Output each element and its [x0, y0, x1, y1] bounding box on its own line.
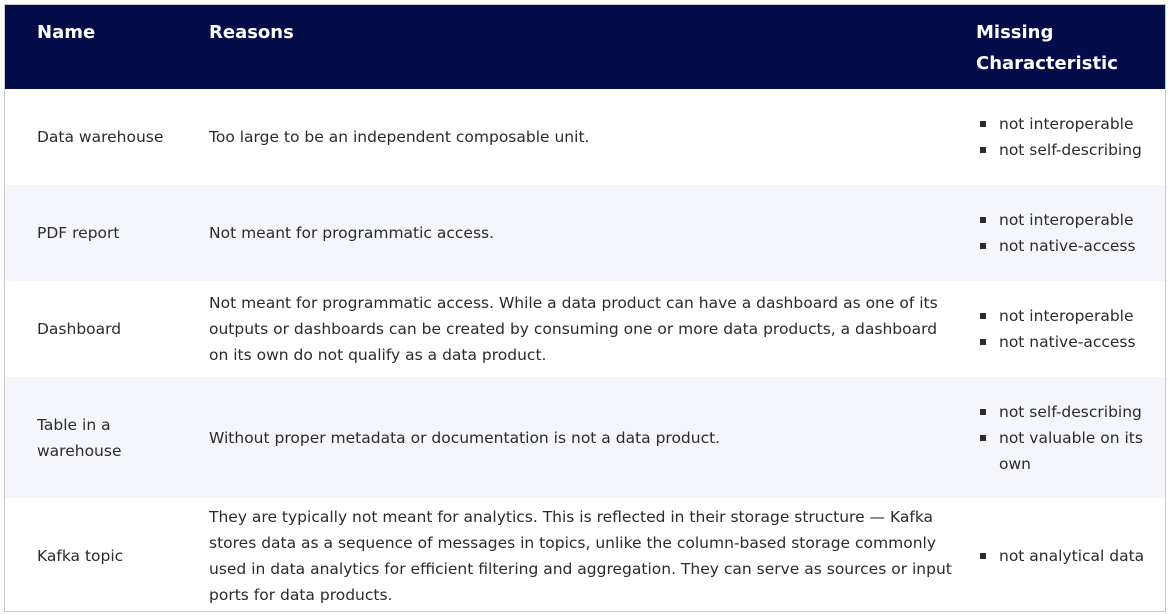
row-reason: Not meant for programmatic access. While… — [209, 294, 938, 364]
table-row: Dashboard Not meant for programmatic acc… — [5, 281, 1165, 377]
list-item: not analytical data — [976, 543, 1157, 569]
list-item: not interoperable — [976, 207, 1157, 233]
row-name: Table in a warehouse — [37, 415, 122, 460]
table-row: Kafka topic They are typically not meant… — [5, 498, 1165, 611]
row-name: Dashboard — [37, 320, 122, 338]
row-missing: not interoperable not native-access — [968, 185, 1165, 281]
header-reasons: Reasons — [209, 22, 294, 43]
row-reason: Not meant for programmatic access. — [209, 224, 495, 242]
list-item: not native-access — [976, 233, 1157, 259]
row-missing: not self-describing not valuable on its … — [968, 377, 1165, 498]
missing-list: not analytical data — [976, 543, 1157, 569]
row-missing: not interoperable not self-describing — [968, 89, 1165, 185]
row-name: Kafka topic — [37, 547, 124, 565]
row-name: PDF report — [37, 224, 120, 242]
row-name: Data warehouse — [37, 128, 164, 146]
missing-list: not interoperable not native-access — [976, 207, 1157, 259]
list-item: not self-describing — [976, 137, 1157, 163]
row-missing: not interoperable not native-access — [968, 281, 1165, 377]
table-row: Data warehouse Too large to be an indepe… — [5, 89, 1165, 185]
header-missing-characteristic: Missing Characteristic — [976, 22, 1118, 74]
row-missing: not analytical data — [968, 498, 1165, 611]
missing-list: not interoperable not self-describing — [976, 111, 1157, 163]
row-reason: They are typically not meant for analyti… — [209, 508, 952, 604]
non-data-product-table: Name Reasons Missing Characteristic Data… — [5, 5, 1165, 611]
missing-list: not interoperable not native-access — [976, 303, 1157, 355]
list-item: not native-access — [976, 329, 1157, 355]
header-name: Name — [37, 22, 96, 43]
list-item: not valuable on its own — [976, 425, 1157, 477]
table-row: PDF report Not meant for programmatic ac… — [5, 185, 1165, 281]
missing-list: not self-describing not valuable on its … — [976, 399, 1157, 477]
table-row: Table in a warehouse Without proper meta… — [5, 377, 1165, 498]
row-reason: Without proper metadata or documentation… — [209, 428, 721, 447]
list-item: not interoperable — [976, 111, 1157, 137]
row-reason: Too large to be an independent composabl… — [209, 128, 590, 146]
list-item: not self-describing — [976, 399, 1157, 425]
comparison-table-container: Name Reasons Missing Characteristic Data… — [4, 4, 1166, 612]
list-item: not interoperable — [976, 303, 1157, 329]
table-header-row: Name Reasons Missing Characteristic — [5, 5, 1165, 89]
